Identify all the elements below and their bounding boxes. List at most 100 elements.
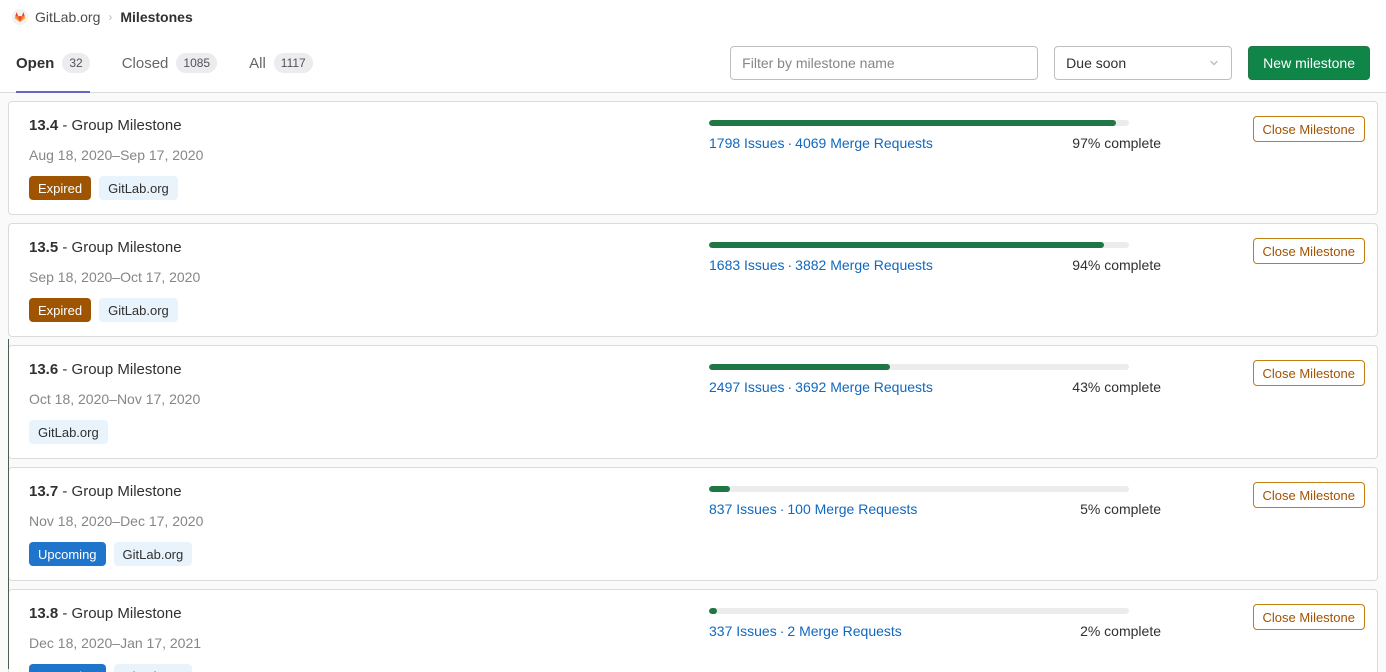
progress-bar [709,364,1129,370]
status-badge: Expired [29,298,91,322]
milestone-counts: 837 Issues·100 Merge Requests [709,501,917,517]
merge-requests-link[interactable]: 100 Merge Requests [787,501,917,517]
close-milestone-button[interactable]: Close Milestone [1253,116,1366,142]
group-badge: GitLab.org [114,542,193,566]
list-focus-rail [8,339,9,669]
close-milestone-button[interactable]: Close Milestone [1253,360,1366,386]
milestone-title-suffix: - Group Milestone [58,483,181,500]
milestone-version: 13.6 [29,361,58,378]
milestone-title[interactable]: 13.4 - Group Milestone [29,116,709,136]
milestone-state-tabs: Open 32 Closed 1085 All 1117 [16,33,329,93]
milestone-info: 13.4 - Group Milestone Aug 18, 2020–Sep 1… [29,116,709,200]
counts-separator: · [780,501,785,517]
merge-requests-link[interactable]: 3692 Merge Requests [795,379,933,395]
progress-bar [709,486,1129,492]
milestone-title[interactable]: 13.8 - Group Milestone [29,604,709,624]
progress-bar-fill [709,486,730,492]
new-milestone-button[interactable]: New milestone [1248,46,1370,80]
milestone-stats: 1798 Issues·4069 Merge Requests 97% compl… [709,135,1161,151]
milestone-progress-area: 1683 Issues·3882 Merge Requests 94% compl… [709,238,1215,273]
breadcrumb-group-link[interactable]: GitLab.org [35,9,100,25]
milestone-title[interactable]: 13.7 - Group Milestone [29,482,709,502]
progress-bar [709,608,1129,614]
milestone-actions: Close Milestone [1215,116,1365,142]
group-badge: GitLab.org [29,420,108,444]
tab-all-count: 1117 [274,53,313,73]
status-badge: Upcoming [29,664,106,672]
counts-separator: · [788,379,793,395]
milestone-row[interactable]: 13.5 - Group MilestoneSep 18, 2020–Oct 1… [8,223,1378,337]
sort-dropdown-value: Due soon [1066,55,1126,71]
tab-open[interactable]: Open 32 [16,33,106,93]
milestones-list: 13.4 - Group Milestone Aug 18, 2020–Sep 1… [0,93,1386,672]
merge-requests-link[interactable]: 4069 Merge Requests [795,135,933,151]
progress-bar-fill [709,242,1104,248]
milestone-progress-area: 1798 Issues·4069 Merge Requests 97% compl… [709,116,1215,151]
close-milestone-button[interactable]: Close Milestone [1253,604,1366,630]
issues-link[interactable]: 837 Issues [709,501,777,517]
milestone-title[interactable]: 13.5 - Group Milestone [29,238,709,258]
milestone-info: 13.8 - Group MilestoneDec 18, 2020–Jan 1… [29,604,709,672]
milestone-counts: 337 Issues·2 Merge Requests [709,623,902,639]
milestone-filter-input[interactable] [730,46,1038,80]
milestone-row[interactable]: 13.4 - Group Milestone Aug 18, 2020–Sep 1… [8,101,1378,215]
milestone-actions: Close Milestone [1215,360,1365,386]
completion-percent: 43% complete [1072,379,1161,395]
milestone-actions: Close Milestone [1215,604,1365,630]
issues-link[interactable]: 1683 Issues [709,257,785,273]
milestone-progress-area: 2497 Issues·3692 Merge Requests 43% compl… [709,360,1215,395]
milestone-stats: 337 Issues·2 Merge Requests2% complete [709,623,1161,639]
merge-requests-link[interactable]: 3882 Merge Requests [795,257,933,273]
milestone-actions: Close Milestone [1215,238,1365,264]
group-badge: GitLab.org [114,664,193,672]
status-badge: Upcoming [29,542,106,566]
completion-percent: 94% complete [1072,257,1161,273]
milestone-title-suffix: - Group Milestone [58,117,181,134]
sort-dropdown[interactable]: Due soon [1054,46,1232,80]
close-milestone-button[interactable]: Close Milestone [1253,482,1366,508]
tab-all[interactable]: All 1117 [233,33,329,93]
milestone-version: 13.7 [29,483,58,500]
milestone-stats: 1683 Issues·3882 Merge Requests 94% compl… [709,257,1161,273]
counts-separator: · [780,623,785,639]
milestone-date-range: Aug 18, 2020–Sep 17, 2020 [29,146,709,164]
milestone-badges: ExpiredGitLab.org [29,176,709,200]
milestone-title-suffix: - Group Milestone [58,239,181,256]
progress-bar-fill [709,364,890,370]
tab-closed-label: Closed [122,55,169,72]
milestone-version: 13.4 [29,117,58,134]
breadcrumb-separator: › [108,10,112,24]
milestone-info: 13.7 - Group MilestoneNov 18, 2020–Dec 1… [29,482,709,566]
tab-open-count: 32 [62,53,89,73]
merge-requests-link[interactable]: 2 Merge Requests [787,623,901,639]
completion-percent: 5% complete [1080,501,1161,517]
counts-separator: · [788,135,793,151]
milestone-stats: 837 Issues·100 Merge Requests 5% complete [709,501,1161,517]
status-badge: Expired [29,176,91,200]
tab-all-label: All [249,55,266,72]
milestone-row[interactable]: 13.8 - Group MilestoneDec 18, 2020–Jan 1… [8,589,1378,672]
close-milestone-button[interactable]: Close Milestone [1253,238,1366,264]
issues-link[interactable]: 2497 Issues [709,379,785,395]
tab-closed-count: 1085 [176,53,217,73]
progress-bar [709,242,1129,248]
group-badge: GitLab.org [99,298,178,322]
issues-link[interactable]: 1798 Issues [709,135,785,151]
tab-closed[interactable]: Closed 1085 [106,33,233,93]
milestone-badges: GitLab.org [29,420,709,444]
milestone-actions: Close Milestone [1215,482,1365,508]
milestone-title[interactable]: 13.6 - Group Milestone [29,360,709,380]
toolbar-actions: Due soon New milestone [730,46,1370,80]
milestone-progress-area: 337 Issues·2 Merge Requests2% complete [709,604,1215,639]
milestone-date-range: Oct 18, 2020–Nov 17, 2020 [29,390,709,408]
milestone-counts: 1683 Issues·3882 Merge Requests [709,257,933,273]
milestone-row[interactable]: 13.7 - Group MilestoneNov 18, 2020–Dec 1… [8,467,1378,581]
milestone-title-suffix: - Group Milestone [58,605,181,622]
completion-percent: 97% complete [1072,135,1161,151]
issues-link[interactable]: 337 Issues [709,623,777,639]
milestone-version: 13.8 [29,605,58,622]
progress-bar-fill [709,120,1116,126]
counts-separator: · [788,257,793,273]
milestone-row[interactable]: 13.6 - Group Milestone Oct 18, 2020–Nov 1… [8,345,1378,459]
chevron-down-icon [1208,57,1220,69]
